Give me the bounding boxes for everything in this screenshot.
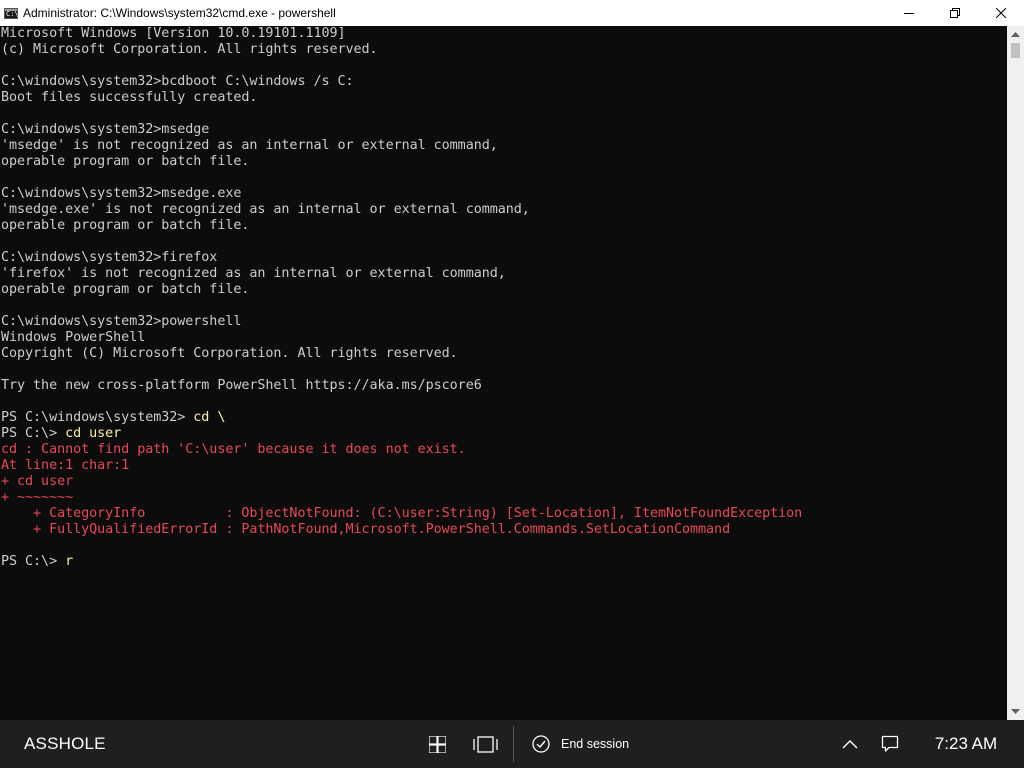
- console-output-text: operable program or batch file.: [1, 218, 250, 233]
- console-line: Copyright (C) Microsoft Corporation. All…: [1, 346, 1007, 362]
- console-output-text: operable program or batch file.: [1, 282, 250, 297]
- console-line: + FullyQualifiedErrorId : PathNotFound,M…: [1, 522, 1007, 538]
- console-output-text: PS C:\windows\system32>: [1, 410, 194, 425]
- console-output-text: C:\windows\system32>firefox: [1, 250, 218, 265]
- console-line: Boot files successfully created.: [1, 90, 1007, 106]
- start-button[interactable]: [427, 734, 447, 754]
- console-line: operable program or batch file.: [1, 282, 1007, 298]
- console-line: cd : Cannot find path 'C:\user' because …: [1, 442, 1007, 458]
- console-line: C:\windows\system32>firefox: [1, 250, 1007, 266]
- minimize-button[interactable]: [886, 0, 932, 26]
- console-line: 'msedge.exe' is not recognized as an int…: [1, 202, 1007, 218]
- console-error-text: + CategoryInfo : ObjectNotFound: (C:\use…: [1, 506, 803, 521]
- console-line: C:\windows\system32>powershell: [1, 314, 1007, 330]
- console-output-text: C:\windows\system32>bcdboot C:\windows /…: [1, 74, 354, 89]
- console-line: Microsoft Windows [Version 10.0.19101.11…: [1, 26, 1007, 42]
- console-line: PS C:\windows\system32> cd \: [1, 410, 1007, 426]
- chevron-up-icon: [842, 740, 858, 749]
- console-line: PS C:\> r: [1, 554, 1007, 570]
- console-error-text: + cd user: [1, 474, 74, 489]
- window-controls: [886, 0, 1024, 26]
- end-session-label: End session: [561, 737, 630, 751]
- console-output-text: C:\windows\system32>powershell: [1, 314, 242, 329]
- console-output-text: C:\windows\system32>msedge: [1, 122, 210, 137]
- console-output-text: PS C:\>: [1, 426, 66, 441]
- minimize-icon: [904, 13, 914, 14]
- console-line: + ~~~~~~~: [1, 490, 1007, 506]
- console-line: operable program or batch file.: [1, 154, 1007, 170]
- window-title: Administrator: C:\Windows\system32\cmd.e…: [23, 6, 336, 20]
- console-line: At line:1 char:1: [1, 458, 1007, 474]
- console-command-text: cd user: [65, 426, 122, 441]
- console-line: 'firefox' is not recognized as an intern…: [1, 266, 1007, 282]
- scroll-down-button[interactable]: [1007, 703, 1024, 720]
- console-command-text: cd \: [193, 410, 226, 425]
- console-output[interactable]: Microsoft Windows [Version 10.0.19101.11…: [0, 26, 1007, 720]
- console-line: Windows PowerShell: [1, 330, 1007, 346]
- console-output-text: PS C:\>: [1, 554, 66, 569]
- console-line: C:\windows\system32>bcdboot C:\windows /…: [1, 74, 1007, 90]
- scroll-down-arrow-icon: [1011, 708, 1020, 714]
- show-hidden-icons-button[interactable]: [840, 734, 860, 754]
- console-output-text: Boot files successfully created.: [1, 90, 258, 105]
- console-output-text: (c) Microsoft Corporation. All rights re…: [1, 42, 378, 57]
- console-line: PS C:\> cd user: [1, 426, 1007, 442]
- console-output-text: Try the new cross-platform PowerShell ht…: [1, 378, 482, 393]
- console-line: (c) Microsoft Corporation. All rights re…: [1, 42, 1007, 58]
- window-title-bar[interactable]: C:\ Administrator: C:\Windows\system32\c…: [0, 0, 1024, 26]
- close-icon: [996, 8, 1006, 18]
- session-user-label[interactable]: ASSHOLE: [24, 720, 106, 768]
- close-button[interactable]: [978, 0, 1024, 26]
- cmd-icon[interactable]: C:\: [4, 7, 19, 19]
- console-output-text: 'msedge' is not recognized as an interna…: [1, 138, 498, 153]
- console-line: + CategoryInfo : ObjectNotFound: (C:\use…: [1, 506, 1007, 522]
- console-error-text: At line:1 char:1: [1, 458, 130, 473]
- console-command-text: r: [65, 554, 74, 569]
- console-output-text: 'firefox' is not recognized as an intern…: [1, 266, 506, 281]
- scroll-up-arrow-icon: [1011, 31, 1020, 37]
- console-text: Microsoft Windows [Version 10.0.19101.11…: [0, 26, 1007, 570]
- end-session-button[interactable]: End session: [532, 720, 629, 768]
- taskbar-clock[interactable]: 7:23 AM: [922, 720, 1010, 768]
- task-view-button[interactable]: [472, 734, 498, 754]
- cmd-icon-glyph: C:\: [6, 9, 19, 18]
- console-output-text: C:\windows\system32>msedge.exe: [1, 186, 242, 201]
- scroll-up-button[interactable]: [1007, 26, 1024, 43]
- notification-button[interactable]: [880, 734, 900, 754]
- task-view-icon: [472, 735, 498, 753]
- console-error-text: + FullyQualifiedErrorId : PathNotFound,M…: [1, 522, 731, 537]
- console-line: 'msedge' is not recognized as an interna…: [1, 138, 1007, 154]
- console-output-text: Windows PowerShell: [1, 330, 146, 345]
- vertical-scrollbar[interactable]: [1007, 26, 1024, 720]
- console-output-text: Copyright (C) Microsoft Corporation. All…: [1, 346, 458, 361]
- restore-button[interactable]: [932, 0, 978, 26]
- console-output-text: operable program or batch file.: [1, 154, 250, 169]
- console-output-text: Microsoft Windows [Version 10.0.19101.11…: [1, 26, 346, 41]
- console-line: C:\windows\system32>msedge: [1, 122, 1007, 138]
- console-error-text: + ~~~~~~~: [1, 490, 74, 505]
- console-output-text: 'msedge.exe' is not recognized as an int…: [1, 202, 530, 217]
- console-line: Try the new cross-platform PowerShell ht…: [1, 378, 1007, 394]
- restore-icon: [950, 8, 960, 18]
- check-circle-icon: [532, 735, 550, 753]
- console-line: + cd user: [1, 474, 1007, 490]
- taskbar-divider: [513, 726, 514, 762]
- console-error-text: cd : Cannot find path 'C:\user' because …: [1, 442, 466, 457]
- scrollbar-thumb[interactable]: [1011, 43, 1020, 58]
- console-line: operable program or batch file.: [1, 218, 1007, 234]
- taskbar: ASSHOLE End session 7:23 AM: [0, 720, 1024, 768]
- console-line: C:\windows\system32>msedge.exe: [1, 186, 1007, 202]
- remote-session-screen: C:\ Administrator: C:\Windows\system32\c…: [0, 0, 1024, 768]
- notification-icon: [881, 735, 899, 752]
- windows-logo-icon: [428, 735, 446, 753]
